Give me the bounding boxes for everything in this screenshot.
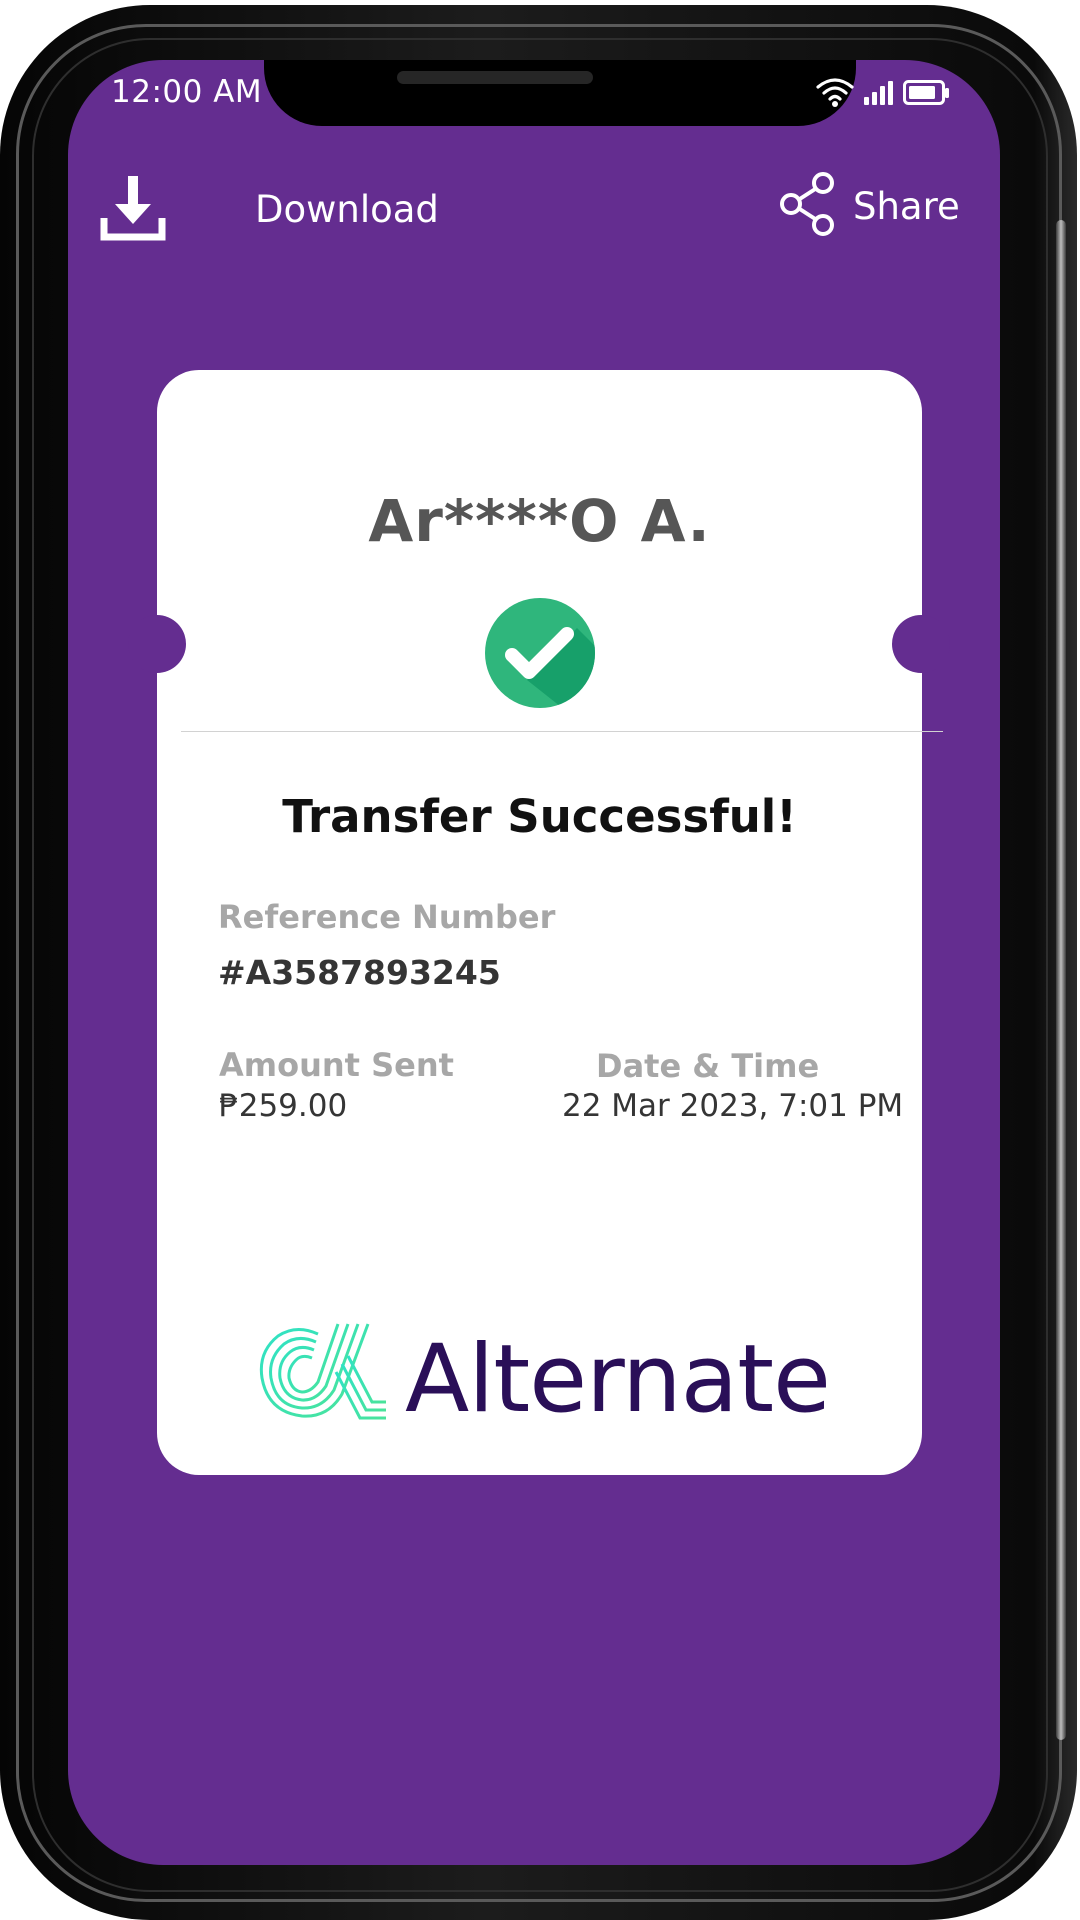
reference-number-value: #A3587893245 bbox=[218, 953, 501, 992]
cellular-signal-icon bbox=[864, 81, 893, 105]
share-icon bbox=[780, 172, 834, 236]
status-time: 12:00 AM bbox=[111, 74, 263, 110]
download-label: Download bbox=[255, 188, 439, 231]
date-time-label: Date & Time bbox=[596, 1047, 820, 1085]
phone-edge-highlight bbox=[1056, 220, 1066, 1740]
download-button[interactable]: Download bbox=[100, 170, 440, 250]
recipient-name: Ar****O A. bbox=[368, 487, 711, 555]
date-time-value: 22 Mar 2023, 7:01 PM bbox=[562, 1088, 904, 1124]
amount-sent-label: Amount Sent bbox=[219, 1046, 454, 1084]
wifi-icon bbox=[816, 78, 854, 107]
earpiece-speaker bbox=[397, 71, 593, 84]
share-label: Share bbox=[853, 185, 960, 228]
download-icon bbox=[100, 176, 166, 241]
reference-number-label: Reference Number bbox=[218, 898, 556, 936]
brand-name: Alternate bbox=[405, 1325, 831, 1434]
share-button[interactable]: Share bbox=[775, 168, 975, 243]
check-circle-icon bbox=[485, 598, 595, 708]
battery-icon bbox=[903, 80, 949, 105]
ticket-notch-left bbox=[128, 615, 186, 673]
status-icons bbox=[815, 76, 950, 108]
notch bbox=[264, 60, 856, 126]
transfer-status-title: Transfer Successful! bbox=[282, 790, 797, 843]
receipt-divider bbox=[181, 731, 943, 732]
ticket-notch-right bbox=[892, 615, 950, 673]
amount-sent-value: ₱259.00 bbox=[219, 1088, 348, 1124]
alternate-logo-icon bbox=[259, 1323, 386, 1420]
